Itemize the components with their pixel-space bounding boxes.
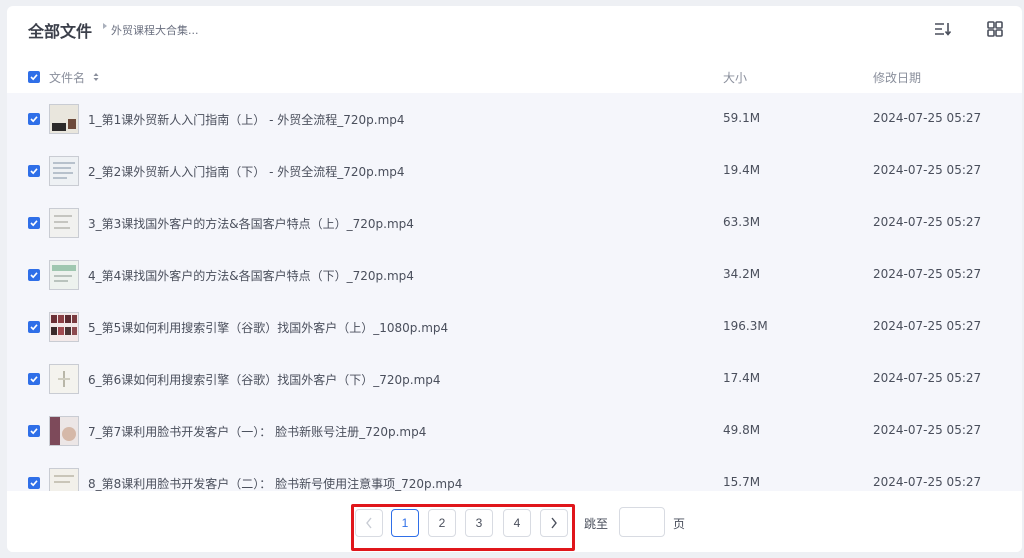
file-date: 2024-07-25 05:27 xyxy=(873,319,982,333)
video-thumbnail xyxy=(49,104,79,134)
video-thumbnail xyxy=(49,156,79,186)
chevron-right-icon xyxy=(551,517,557,529)
file-size: 63.3M xyxy=(723,215,761,229)
file-name[interactable]: 2_第2课外贸新人入门指南（下） - 外贸全流程_720p.mp4 xyxy=(88,163,405,180)
video-thumbnail xyxy=(49,416,79,446)
table-row[interactable]: 5_第5课如何利用搜索引擎（谷歌）找国外客户（上）_1080p.mp4 196.… xyxy=(7,301,1022,353)
file-name[interactable]: 3_第3课找国外客户的方法&各国客户特点（上）_720p.mp4 xyxy=(88,215,414,232)
table-row[interactable]: 8_第8课利用脸书开发客户（二）： 脸书新号使用注意事项_720p.mp4 15… xyxy=(7,457,1022,491)
jump-to-label: 跳至 xyxy=(584,517,609,531)
video-thumbnail xyxy=(49,468,79,491)
header: 全部文件 外贸课程大合集... xyxy=(7,6,1022,52)
breadcrumb-separator-icon xyxy=(103,23,107,29)
row-checkbox[interactable] xyxy=(28,113,40,125)
row-checkbox[interactable] xyxy=(28,269,40,281)
video-thumbnail xyxy=(49,364,79,394)
file-date: 2024-07-25 05:27 xyxy=(873,475,982,489)
video-thumbnail xyxy=(49,208,79,238)
breadcrumb-current-folder[interactable]: 外贸课程大合集... xyxy=(111,22,199,38)
video-thumbnail xyxy=(49,312,79,342)
file-name[interactable]: 4_第4课找国外客户的方法&各国客户特点（下）_720p.mp4 xyxy=(88,267,414,284)
file-date: 2024-07-25 05:27 xyxy=(873,163,982,177)
column-date-header[interactable]: 修改日期 xyxy=(873,69,921,86)
sort-list-icon[interactable] xyxy=(932,19,952,39)
file-date: 2024-07-25 05:27 xyxy=(873,423,982,437)
page-title: 全部文件 xyxy=(28,22,93,41)
select-all-checkbox[interactable] xyxy=(28,71,40,83)
row-checkbox[interactable] xyxy=(28,477,40,489)
file-date: 2024-07-25 05:27 xyxy=(873,371,982,385)
table-row[interactable]: 7_第7课利用脸书开发客户（一）： 脸书新账号注册_720p.mp4 49.8M… xyxy=(7,405,1022,457)
page-suffix-label: 页 xyxy=(673,517,686,531)
pagination-bar: 1 2 3 4 跳至 页 xyxy=(7,491,1022,552)
file-name[interactable]: 1_第1课外贸新人入门指南（上） - 外贸全流程_720p.mp4 xyxy=(88,111,405,128)
page-4-button[interactable]: 4 xyxy=(503,509,531,537)
row-checkbox[interactable] xyxy=(28,321,40,333)
file-name[interactable]: 8_第8课利用脸书开发客户（二）： 脸书新号使用注意事项_720p.mp4 xyxy=(88,475,462,491)
file-size: 49.8M xyxy=(723,423,761,437)
column-name-header[interactable]: 文件名 xyxy=(49,69,85,86)
file-size: 19.4M xyxy=(723,163,761,177)
table-row[interactable]: 1_第1课外贸新人入门指南（上） - 外贸全流程_720p.mp4 59.1M … xyxy=(7,93,1022,145)
file-size: 59.1M xyxy=(723,111,761,125)
file-date: 2024-07-25 05:27 xyxy=(873,111,982,125)
file-size: 15.7M xyxy=(723,475,761,489)
file-name[interactable]: 5_第5课如何利用搜索引擎（谷歌）找国外客户（上）_1080p.mp4 xyxy=(88,319,448,336)
file-size: 196.3M xyxy=(723,319,768,333)
sort-toggle-icon[interactable] xyxy=(93,72,99,82)
file-size: 34.2M xyxy=(723,267,761,281)
chevron-left-icon xyxy=(366,517,372,529)
grid-view-icon[interactable] xyxy=(985,19,1005,39)
row-checkbox[interactable] xyxy=(28,217,40,229)
column-size-header[interactable]: 大小 xyxy=(723,69,747,86)
video-thumbnail xyxy=(49,260,79,290)
file-name[interactable]: 7_第7课利用脸书开发客户（一）： 脸书新账号注册_720p.mp4 xyxy=(88,423,426,440)
page-3-button[interactable]: 3 xyxy=(465,509,493,537)
file-browser-panel: 全部文件 外贸课程大合集... 文件名 大小 修改日期 1_第1课外贸新人入门指… xyxy=(7,6,1022,552)
table-row[interactable]: 2_第2课外贸新人入门指南（下） - 外贸全流程_720p.mp4 19.4M … xyxy=(7,145,1022,197)
table-row[interactable]: 3_第3课找国外客户的方法&各国客户特点（上）_720p.mp4 63.3M 2… xyxy=(7,197,1022,249)
table-header: 文件名 大小 修改日期 xyxy=(7,62,1022,92)
table-row[interactable]: 6_第6课如何利用搜索引擎（谷歌）找国外客户（下）_720p.mp4 17.4M… xyxy=(7,353,1022,405)
page-2-button[interactable]: 2 xyxy=(428,509,456,537)
file-date: 2024-07-25 05:27 xyxy=(873,215,982,229)
row-checkbox[interactable] xyxy=(28,425,40,437)
file-size: 17.4M xyxy=(723,371,761,385)
next-page-button[interactable] xyxy=(540,509,568,537)
file-date: 2024-07-25 05:27 xyxy=(873,267,982,281)
jump-page-input[interactable] xyxy=(619,507,665,537)
page-1-button[interactable]: 1 xyxy=(391,509,419,537)
file-list: 1_第1课外贸新人入门指南（上） - 外贸全流程_720p.mp4 59.1M … xyxy=(7,93,1022,491)
prev-page-button[interactable] xyxy=(355,509,383,537)
file-name[interactable]: 6_第6课如何利用搜索引擎（谷歌）找国外客户（下）_720p.mp4 xyxy=(88,371,441,388)
table-row[interactable]: 4_第4课找国外客户的方法&各国客户特点（下）_720p.mp4 34.2M 2… xyxy=(7,249,1022,301)
row-checkbox[interactable] xyxy=(28,373,40,385)
row-checkbox[interactable] xyxy=(28,165,40,177)
